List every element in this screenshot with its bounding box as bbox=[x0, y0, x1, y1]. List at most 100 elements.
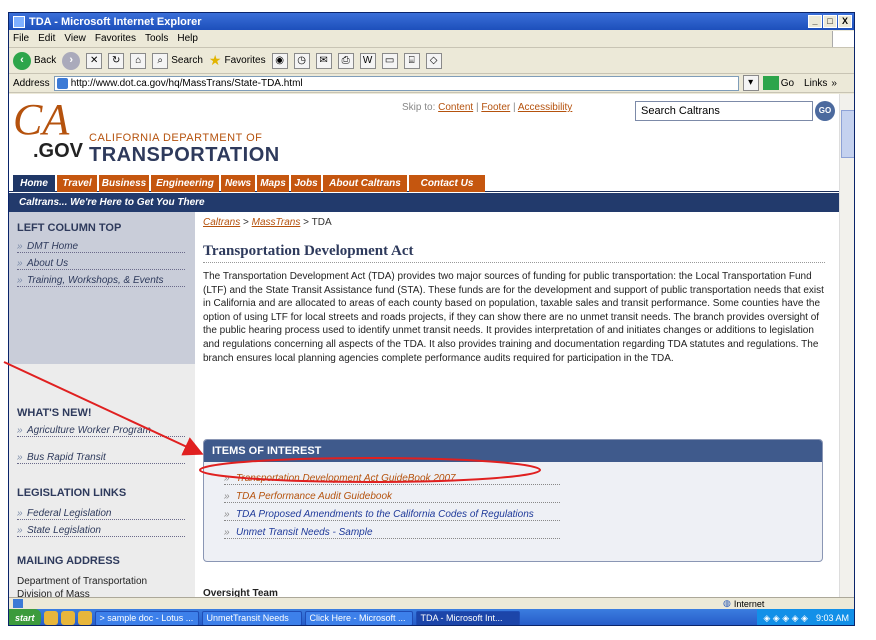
ca-logo[interactable]: CA bbox=[13, 98, 69, 142]
search-caltrans-input[interactable]: Search Caltrans bbox=[635, 101, 813, 121]
address-label: Address bbox=[13, 77, 50, 89]
print-icon[interactable]: ⎙ bbox=[337, 52, 354, 69]
skip-links: Skip to: Content | Footer | Accessibilit… bbox=[402, 102, 573, 113]
menu-help[interactable]: Help bbox=[177, 33, 198, 44]
task-sample-doc[interactable]: > sample doc - Lotus ... bbox=[94, 610, 199, 625]
task-tda-ie[interactable]: TDA - Microsoft Int... bbox=[415, 610, 520, 625]
back-label: Back bbox=[34, 55, 57, 66]
address-dropdown-icon[interactable]: ▾ bbox=[742, 75, 759, 91]
clock: 9:03 AM bbox=[815, 613, 849, 623]
search-label: Search bbox=[171, 55, 203, 66]
menu-file[interactable]: File bbox=[13, 33, 29, 44]
minimize-button[interactable]: _ bbox=[808, 15, 822, 28]
vertical-scrollbar[interactable] bbox=[839, 94, 854, 597]
go-button[interactable]: Go bbox=[762, 76, 795, 90]
address-input[interactable]: http://www.dot.ca.gov/hq/MassTrans/State… bbox=[53, 75, 739, 91]
favorites-label: Favorites bbox=[224, 55, 266, 66]
scrollbar-thumb[interactable] bbox=[841, 110, 854, 158]
ioi-link-proposed-amendments[interactable]: TDA Proposed Amendments to the Californi… bbox=[224, 509, 560, 521]
nav-contact-us[interactable]: Contact Us bbox=[409, 175, 485, 192]
main-nav: Home Travel Business Engineering News Ma… bbox=[9, 173, 839, 192]
close-button[interactable]: X bbox=[838, 15, 852, 28]
left-link-bus-rapid-transit[interactable]: Bus Rapid Transit bbox=[17, 452, 185, 464]
home-icon[interactable]: ⌂ bbox=[130, 52, 147, 69]
ioi-link-unmet-transit-needs[interactable]: Unmet Transit Needs - Sample bbox=[224, 527, 560, 539]
quicklaunch-word-icon[interactable] bbox=[77, 611, 92, 625]
mail-icon[interactable]: ✉ bbox=[315, 52, 332, 69]
stop-icon[interactable]: ✕ bbox=[86, 52, 103, 69]
skip-footer-link[interactable]: Footer bbox=[481, 102, 510, 113]
oversight-heading: Oversight Team bbox=[203, 588, 278, 597]
task-unmet-transit-needs[interactable]: UnmetTransit Needs bbox=[201, 610, 302, 625]
search-go-button[interactable]: GO bbox=[815, 101, 835, 121]
start-button[interactable]: start bbox=[9, 609, 41, 625]
mailing-line1: Department of Transportation bbox=[17, 576, 148, 587]
window-title: TDA - Microsoft Internet Explorer bbox=[29, 15, 202, 28]
task-click-here[interactable]: Click Here - Microsoft ... bbox=[304, 610, 413, 625]
dept-name-line1: CALIFORNIA DEPARTMENT OF bbox=[89, 132, 263, 144]
menu-view[interactable]: View bbox=[64, 33, 86, 44]
ca-gov-logo[interactable]: .GOV bbox=[33, 140, 83, 163]
left-link-state-legislation[interactable]: State Legislation bbox=[17, 525, 185, 537]
address-bar: Address http://www.dot.ca.gov/hq/MassTra… bbox=[9, 74, 854, 93]
search-icon: ⌕ bbox=[152, 52, 169, 69]
ioi-link-performance-audit[interactable]: TDA Performance Audit Guidebook bbox=[224, 491, 560, 503]
go-label: Go bbox=[780, 77, 795, 89]
page-icon bbox=[56, 77, 68, 89]
internet-zone-icon: ◍ bbox=[723, 598, 731, 608]
address-url: http://www.dot.ca.gov/hq/MassTrans/State… bbox=[70, 77, 303, 89]
ie-icon bbox=[13, 15, 25, 28]
items-of-interest-heading: ITEMS OF INTEREST bbox=[204, 440, 822, 462]
internet-zone-label: Internet bbox=[733, 598, 765, 609]
quicklaunch-ie-icon[interactable] bbox=[43, 611, 58, 625]
back-button[interactable]: ‹ Back bbox=[13, 51, 57, 70]
folder-icon[interactable]: ▭ bbox=[381, 52, 398, 69]
left-top-heading: LEFT COLUMN TOP bbox=[17, 222, 122, 234]
title-bar: TDA - Microsoft Internet Explorer _ □ X bbox=[9, 13, 854, 30]
left-link-about-us[interactable]: About Us bbox=[17, 258, 185, 270]
links-button[interactable]: Links bbox=[804, 78, 827, 89]
favorites-button[interactable]: ★ Favorites bbox=[209, 52, 266, 69]
skip-accessibility-link[interactable]: Accessibility bbox=[518, 102, 572, 113]
breadcrumb-masstrans[interactable]: MassTrans bbox=[252, 217, 301, 228]
menu-edit[interactable]: Edit bbox=[38, 33, 55, 44]
research-icon[interactable]: ⌸ bbox=[403, 52, 420, 69]
left-link-federal-legislation[interactable]: Federal Legislation bbox=[17, 508, 185, 520]
nav-home[interactable]: Home bbox=[13, 175, 55, 192]
status-bar: ◍ Internet bbox=[9, 597, 854, 609]
menu-favorites[interactable]: Favorites bbox=[95, 33, 136, 44]
maximize-button[interactable]: □ bbox=[823, 15, 837, 28]
skip-content-link[interactable]: Content bbox=[438, 102, 473, 113]
quicklaunch-app-icon[interactable] bbox=[60, 611, 75, 625]
edit-icon[interactable]: W bbox=[359, 52, 376, 69]
nav-jobs[interactable]: Jobs bbox=[291, 175, 321, 192]
messenger-icon[interactable]: ◇ bbox=[425, 52, 442, 69]
breadcrumb-current: TDA bbox=[311, 217, 332, 228]
ioi-link-tda-guidebook[interactable]: Transportation Development Act GuideBook… bbox=[224, 473, 560, 485]
nav-engineering[interactable]: Engineering bbox=[151, 175, 219, 192]
left-link-dmt-home[interactable]: DMT Home bbox=[17, 241, 185, 253]
nav-maps[interactable]: Maps bbox=[257, 175, 289, 192]
links-chevron-icon[interactable]: » bbox=[831, 78, 837, 89]
browser-window: TDA - Microsoft Internet Explorer _ □ X … bbox=[8, 12, 855, 626]
refresh-icon[interactable]: ↻ bbox=[108, 52, 125, 69]
history-icon[interactable]: ◷ bbox=[293, 52, 310, 69]
menu-bar: File Edit View Favorites Tools Help bbox=[9, 30, 854, 48]
left-link-training[interactable]: Training, Workshops, & Events bbox=[17, 275, 185, 287]
forward-button[interactable]: › bbox=[62, 51, 81, 70]
nav-news[interactable]: News bbox=[221, 175, 255, 192]
tagline: Caltrans... We're Here to Get You There bbox=[9, 193, 839, 212]
nav-about-caltrans[interactable]: About Caltrans bbox=[323, 175, 407, 192]
tray-icons[interactable]: ◈ ◈ ◈ ◈ ◈ bbox=[763, 613, 808, 624]
left-link-agriculture-worker[interactable]: Agriculture Worker Program bbox=[17, 425, 185, 437]
search-button[interactable]: ⌕ Search bbox=[152, 52, 203, 69]
menu-tools[interactable]: Tools bbox=[145, 33, 168, 44]
toolbar: ‹ Back › ✕ ↻ ⌂ ⌕ Search ★ Favorites ◉ ◷ ✉ ⎙… bbox=[9, 48, 854, 74]
whats-new-heading: WHAT'S NEW! bbox=[17, 407, 92, 419]
breadcrumb-sep: > bbox=[243, 217, 249, 228]
status-page-icon bbox=[13, 599, 23, 608]
nav-travel[interactable]: Travel bbox=[57, 175, 97, 192]
nav-business[interactable]: Business bbox=[99, 175, 149, 192]
breadcrumb-caltrans[interactable]: Caltrans bbox=[203, 217, 240, 228]
media-icon[interactable]: ◉ bbox=[271, 52, 288, 69]
